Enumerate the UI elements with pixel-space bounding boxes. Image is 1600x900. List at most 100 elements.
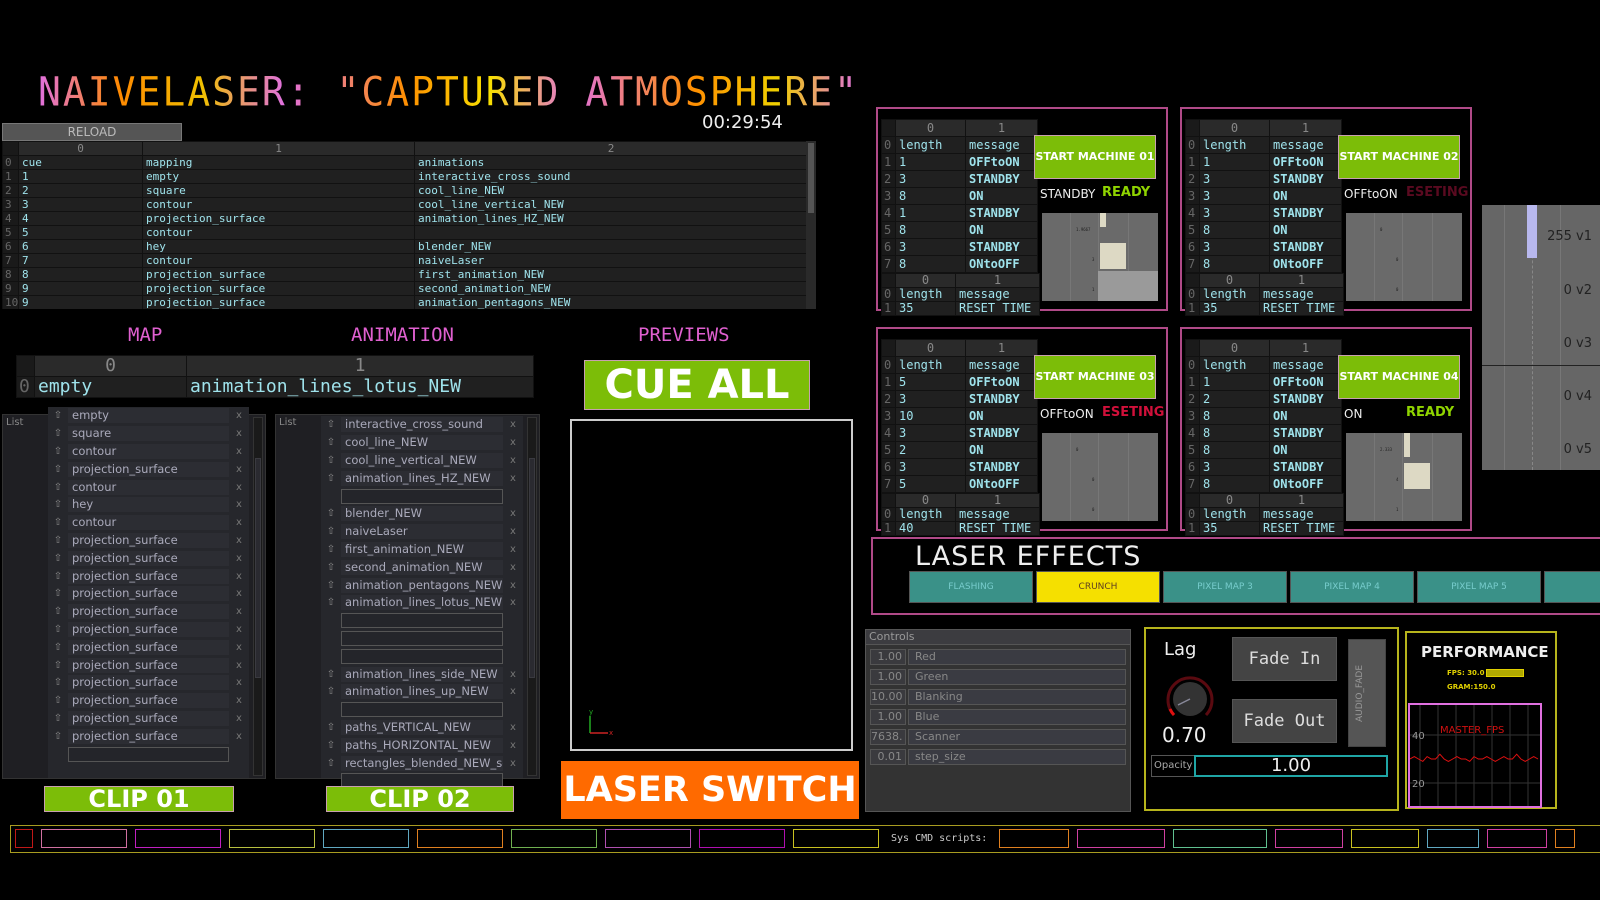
remove-icon[interactable]: x: [229, 428, 249, 439]
message-cell[interactable]: ON: [1269, 441, 1342, 459]
cue-table[interactable]: 0 1 2 0 cue mapping animations 1 1 empty interacti…: [2, 141, 808, 309]
message-cell[interactable]: STANDBY: [1269, 204, 1342, 222]
list-item[interactable]: ⇧ square x: [48, 425, 249, 443]
length-cell[interactable]: 8: [1199, 407, 1270, 425]
list-item-label[interactable]: contour: [68, 515, 229, 531]
list-item-label[interactable]: animation_lines_lotus_NEW: [341, 595, 503, 611]
list-item[interactable]: ⇧ projection_surface x: [48, 621, 249, 639]
move-up-icon[interactable]: ⇧: [321, 473, 341, 484]
table-cell[interactable]: second_animation_NEW: [414, 281, 808, 296]
list-item[interactable]: [48, 745, 249, 763]
remove-icon[interactable]: x: [503, 597, 523, 608]
cue-all-button[interactable]: CUE ALL: [584, 360, 810, 410]
table-row[interactable]: 1 1 OFFtoON: [1185, 153, 1342, 171]
message-cell[interactable]: STANDBY: [965, 458, 1038, 476]
move-up-icon[interactable]: ⇧: [48, 588, 68, 599]
table-row[interactable]: 3 3 contour cool_line_vertical_NEW: [2, 197, 808, 212]
script-slot[interactable]: [793, 829, 879, 848]
table-cell[interactable]: contour: [142, 253, 415, 268]
message-cell[interactable]: STANDBY: [1269, 458, 1342, 476]
remove-icon[interactable]: x: [229, 660, 249, 671]
table-row[interactable]: 1 1 OFFtoON: [1185, 373, 1342, 391]
move-up-icon[interactable]: ⇧: [321, 722, 341, 733]
table-cell[interactable]: 2: [18, 183, 143, 198]
param-slider[interactable]: Blanking: [908, 689, 1126, 705]
list-item-label[interactable]: projection_surface: [68, 586, 229, 602]
remove-icon[interactable]: x: [503, 686, 523, 697]
list-item-label[interactable]: projection_surface: [68, 693, 229, 709]
move-up-icon[interactable]: ⇧: [321, 508, 341, 519]
control-param-row[interactable]: 1.00 Red: [870, 649, 1126, 665]
effect-button[interactable]: [1544, 571, 1600, 603]
list-item[interactable]: [321, 630, 523, 648]
table-row[interactable]: 5 8 ON: [881, 221, 1038, 239]
remove-icon[interactable]: x: [229, 535, 249, 546]
list-item[interactable]: ⇧ second_animation_NEW x: [321, 558, 523, 576]
script-slot[interactable]: [1077, 829, 1166, 848]
message-cell[interactable]: STANDBY: [965, 204, 1038, 222]
message-cell[interactable]: ONtoOFF: [965, 255, 1038, 273]
message-cell[interactable]: OFFtoON: [965, 373, 1038, 391]
move-up-icon[interactable]: ⇧: [48, 677, 68, 688]
scrollbar[interactable]: [253, 417, 263, 776]
param-slider[interactable]: Blue: [908, 709, 1126, 725]
machine-sequence-table[interactable]: 0 1 0 length message 1 1 OFFtoON 2 3 STANDBY 3 3 ON 4 3…: [1185, 119, 1342, 273]
move-up-icon[interactable]: ⇧: [48, 464, 68, 475]
list-item[interactable]: ⇧ projection_surface x: [48, 656, 249, 674]
table-cell[interactable]: length: [1199, 136, 1270, 154]
list-item[interactable]: ⇧ empty x: [48, 407, 249, 425]
list-item-label[interactable]: projection_surface: [68, 604, 229, 620]
list-item-label[interactable]: projection_surface: [68, 728, 229, 744]
list-item[interactable]: ⇧ contour x: [48, 514, 249, 532]
start-machine-button[interactable]: START MACHINE 02: [1338, 135, 1460, 179]
param-slider[interactable]: Scanner: [908, 729, 1126, 745]
opacity-field[interactable]: 1.00: [1194, 755, 1388, 777]
param-slider[interactable]: Green: [908, 669, 1126, 685]
list-item[interactable]: ⇧ projection_surface x: [48, 710, 249, 728]
table-row[interactable]: 3 8 ON: [881, 187, 1038, 205]
length-cell[interactable]: 5: [895, 475, 966, 493]
length-cell[interactable]: 8: [1199, 221, 1270, 239]
table-row[interactable]: 4 1 STANDBY: [881, 204, 1038, 222]
remove-icon[interactable]: x: [229, 571, 249, 582]
move-up-icon[interactable]: ⇧: [48, 713, 68, 724]
list-item[interactable]: ⇧ projection_surface x: [48, 674, 249, 692]
table-cell[interactable]: naiveLaser: [414, 253, 808, 268]
table-row[interactable]: 5 5 contour: [2, 225, 808, 240]
list-item-label[interactable]: animation_lines_HZ_NEW: [341, 470, 503, 486]
length-cell[interactable]: 8: [895, 255, 966, 273]
list-item[interactable]: ⇧ projection_surface x: [48, 532, 249, 550]
table-cell[interactable]: projection_surface: [142, 295, 415, 309]
remove-icon[interactable]: x: [229, 731, 249, 742]
move-up-icon[interactable]: ⇧: [321, 526, 341, 537]
remove-icon[interactable]: x: [503, 473, 523, 484]
list-item-label[interactable]: animation_pentagons_NEW: [341, 577, 503, 593]
list-item-label[interactable]: projection_surface: [68, 657, 229, 673]
script-slot[interactable]: [135, 829, 221, 848]
move-up-icon[interactable]: ⇧: [48, 642, 68, 653]
list-item[interactable]: ⇧ animation_pentagons_NEW x: [321, 576, 523, 594]
move-up-icon[interactable]: ⇧: [48, 606, 68, 617]
list-item-label[interactable]: empty: [68, 408, 229, 424]
list-item[interactable]: ⇧ projection_surface x: [48, 585, 249, 603]
start-machine-button[interactable]: START MACHINE 04: [1338, 355, 1460, 399]
move-up-icon[interactable]: ⇧: [48, 731, 68, 742]
table-cell[interactable]: first_animation_NEW: [414, 267, 808, 282]
reset-message-cell[interactable]: RESET TIME: [955, 521, 1040, 536]
table-cell[interactable]: cool_line_NEW: [414, 183, 808, 198]
table-cell[interactable]: 9: [18, 295, 143, 309]
remove-icon[interactable]: x: [229, 410, 249, 421]
table-row[interactable]: 7 8 ONtoOFF: [1185, 475, 1342, 493]
length-cell[interactable]: 2: [1199, 390, 1270, 408]
table-row[interactable]: 2 2 square cool_line_NEW: [2, 183, 808, 198]
message-cell[interactable]: STANDBY: [965, 170, 1038, 188]
table-cell[interactable]: 9: [18, 281, 143, 296]
length-cell[interactable]: 3: [895, 424, 966, 442]
animation-list[interactable]: List ⇧ interactive_cross_sound x ⇧ cool_line…: [275, 414, 540, 789]
list-item-label[interactable]: paths_HORIZONTAL_NEW: [341, 737, 503, 753]
message-cell[interactable]: STANDBY: [1269, 170, 1342, 188]
message-cell[interactable]: ON: [1269, 187, 1342, 205]
remove-icon[interactable]: x: [503, 562, 523, 573]
machine-reset-table[interactable]: 0 1 0 length message 1 35 RESET TIME: [881, 273, 1040, 316]
table-row[interactable]: 6 3 STANDBY: [881, 238, 1038, 256]
